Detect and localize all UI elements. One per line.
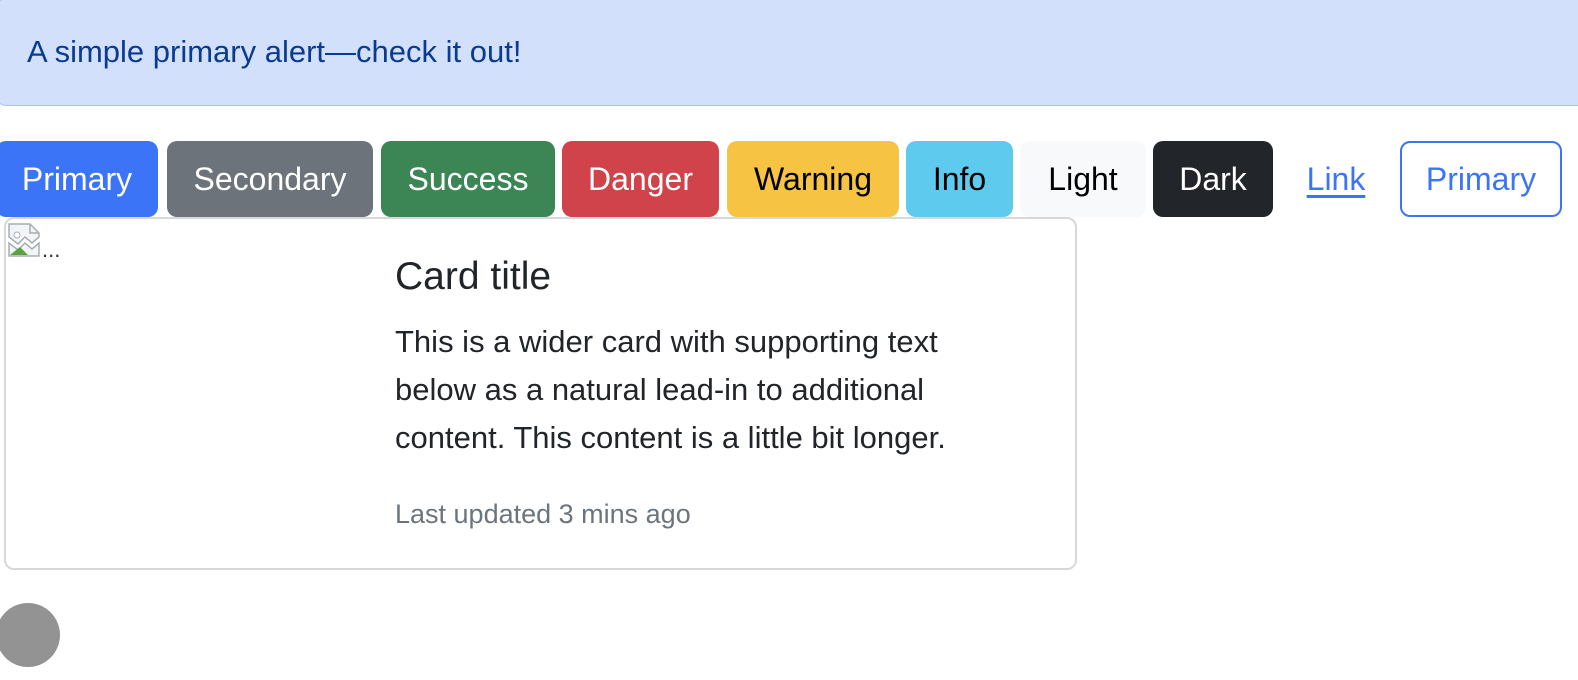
secondary-button[interactable]: Secondary — [167, 141, 373, 217]
dark-button[interactable]: Dark — [1153, 141, 1273, 217]
primary-alert: A simple primary alert—check it out! — [0, 0, 1578, 106]
card-last-updated: Last updated 3 mins ago — [395, 499, 691, 529]
info-button[interactable]: Info — [906, 141, 1013, 217]
light-button[interactable]: Light — [1020, 141, 1146, 217]
card-image: ... — [8, 223, 68, 263]
danger-button[interactable]: Danger — [562, 141, 719, 217]
broken-image-icon — [8, 223, 40, 257]
warning-button[interactable]: Warning — [727, 141, 899, 217]
avatar — [0, 603, 60, 667]
card-image-alt-text: ... — [42, 237, 61, 262]
link-button[interactable]: Link — [1281, 141, 1391, 217]
success-button[interactable]: Success — [381, 141, 555, 217]
outline-primary-button[interactable]: Primary — [1400, 141, 1562, 217]
card-text: This is a wider card with supporting tex… — [395, 324, 946, 455]
card: ... Card title This is a wider card with… — [4, 217, 1077, 570]
primary-button[interactable]: Primary — [0, 141, 158, 217]
alert-text: A simple primary alert—check it out! — [27, 34, 522, 69]
card-title: Card title — [395, 255, 552, 298]
